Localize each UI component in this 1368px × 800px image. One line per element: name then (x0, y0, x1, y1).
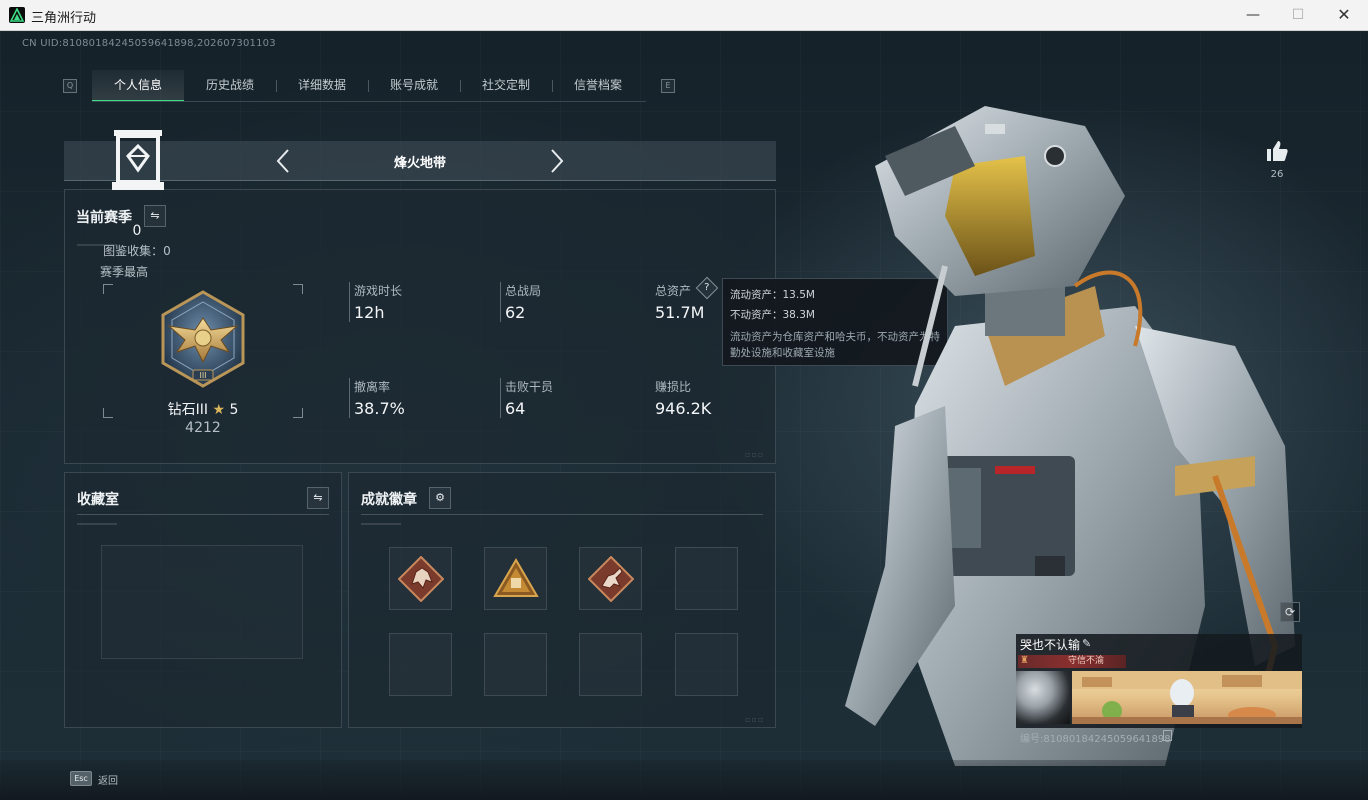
player-uid: 编号:8108018424505964189​8 (1020, 734, 1171, 745)
rank-label: 钻石III (167, 402, 208, 418)
dragon-badge-icon (398, 556, 444, 602)
next-tab-key[interactable]: E (661, 79, 675, 93)
frame-corner (103, 408, 113, 418)
diamond-rank-emblem-icon: III (161, 290, 245, 388)
app-logo-icon (9, 7, 25, 23)
like-thumbs-up-icon[interactable] (1265, 139, 1289, 163)
stat-value: 62 (505, 303, 526, 322)
uid-header: CN UID:8108018424505964189​8,20260730110… (22, 38, 276, 49)
close-button[interactable]: ✕ (1321, 0, 1367, 31)
collection-display[interactable] (101, 545, 303, 659)
player-name: 哭也不认输 (1020, 638, 1081, 652)
stat-label: 游戏时长 (354, 284, 403, 298)
stat-total-matches: 总战局 62 (500, 282, 541, 322)
window-titlebar: 三角洲行动 — ☐ ✕ (0, 0, 1368, 31)
badge-slot[interactable] (675, 547, 738, 610)
avatar[interactable] (1016, 671, 1070, 724)
badge-slot[interactable] (484, 633, 547, 696)
frame-corner (293, 284, 303, 294)
edit-name-icon[interactable]: ✎ (1082, 637, 1091, 650)
tab-achievements[interactable]: 账号成就 (368, 70, 460, 102)
stat-profit-loss: 赚损比 946.2K (651, 378, 711, 418)
tab-divider (368, 80, 369, 92)
corner-decor: ▫▫▫ (745, 715, 765, 724)
stat-value: 51.7M (655, 303, 705, 322)
badges-panel: 成就徽章 ⚙ ▫▫▫ (348, 472, 776, 728)
rank-star-count: 5 (229, 402, 239, 418)
tab-bar: 个人信息 历史战绩 详细数据 账号成就 社交定制 信誉档案 (92, 70, 644, 102)
next-mode-icon[interactable] (543, 147, 569, 175)
season-best-label: 赛季最高 (100, 265, 149, 279)
stat-play-time: 游戏时长 12h (349, 282, 402, 322)
badge-slot[interactable] (389, 633, 452, 696)
stat-label: 赚损比 (655, 380, 692, 394)
collection-count: 0 (132, 223, 142, 239)
stat-extraction-rate: 撤离率 38.7% (349, 378, 405, 418)
collection-swap-icon[interactable]: ⇋ (307, 487, 329, 509)
stat-value: 946.2K (655, 399, 712, 418)
badge-slot[interactable] (579, 547, 642, 610)
stat-label: 击败干员 (505, 380, 554, 394)
tab-detailed-data[interactable]: 详细数据 (276, 70, 368, 102)
decor-rule (77, 523, 117, 525)
vault-icon (112, 130, 164, 190)
player-title-text: 守信不渝 (1068, 656, 1105, 666)
game-viewport: CN UID:8108018424505964189​8,20260730110… (0, 31, 1368, 800)
svg-text:III: III (199, 371, 206, 380)
back-label[interactable]: 返回 (98, 772, 118, 787)
tab-divider (460, 80, 461, 92)
name-card-banner (1072, 671, 1302, 724)
collection-title: 收藏室 (77, 492, 119, 508)
rank-name: 钻石III ★ 5 (143, 399, 263, 419)
mode-selector: 烽火地带 (64, 141, 776, 181)
badge-slot[interactable] (484, 547, 547, 610)
window-title: 三角洲行动 (31, 11, 97, 26)
banner-illustration-icon (1072, 671, 1302, 724)
tab-social[interactable]: 社交定制 (460, 70, 552, 102)
copy-uid-icon[interactable] (1163, 730, 1172, 741)
tab-divider (276, 80, 277, 92)
panel-divider (77, 514, 329, 515)
badge-slot[interactable] (675, 633, 738, 696)
tab-reputation[interactable]: 信誉档案 (552, 70, 644, 102)
mode-title: 烽火地带 (393, 156, 446, 171)
maximize-button[interactable]: ☐ (1275, 0, 1321, 31)
esc-key-hint[interactable]: Esc (70, 771, 92, 786)
tab-profile[interactable]: 个人信息 (92, 70, 184, 102)
minimize-button[interactable]: — (1230, 0, 1276, 31)
stat-label: 总战局 (505, 284, 542, 298)
like-count: 26 (1270, 169, 1284, 180)
collection-panel: 收藏室 ⇋ (64, 472, 342, 728)
stat-operators-defeated: 击败干员 64 (500, 378, 553, 418)
badges-title: 成就徽章 (361, 492, 417, 508)
tab-divider (552, 80, 553, 92)
rank-star-icon: ★ (212, 402, 226, 418)
frame-corner (293, 408, 303, 418)
stat-label: 撤离率 (354, 380, 391, 394)
corner-decor: ▫▫▫ (745, 450, 765, 459)
player-card[interactable]: 哭也不认输 ✎ ♜ 守信不渝 (1016, 634, 1302, 728)
runner-badge-icon (588, 556, 634, 602)
frame-corner (103, 284, 113, 294)
pyramid-badge-icon (493, 558, 539, 597)
refresh-icon[interactable]: ⟳ (1280, 602, 1300, 622)
badge-slot[interactable] (389, 547, 452, 610)
rank-score: 4212 (185, 420, 221, 436)
badges-settings-icon[interactable]: ⚙ (429, 487, 451, 509)
panel-divider (361, 514, 763, 515)
bottom-bar (0, 760, 1368, 800)
title-emblem-icon: ♜ (1020, 655, 1029, 666)
tab-underline (92, 101, 646, 102)
decor-rule (361, 523, 401, 525)
collection-progress: 图鉴收集：0 (103, 244, 171, 258)
prev-tab-key[interactable]: Q (63, 79, 77, 93)
stat-value: 64 (505, 399, 526, 418)
stat-value: 12h (354, 303, 385, 322)
tab-history[interactable]: 历史战绩 (184, 70, 276, 102)
badge-slot[interactable] (579, 633, 642, 696)
stat-value: 38.7% (354, 399, 405, 418)
